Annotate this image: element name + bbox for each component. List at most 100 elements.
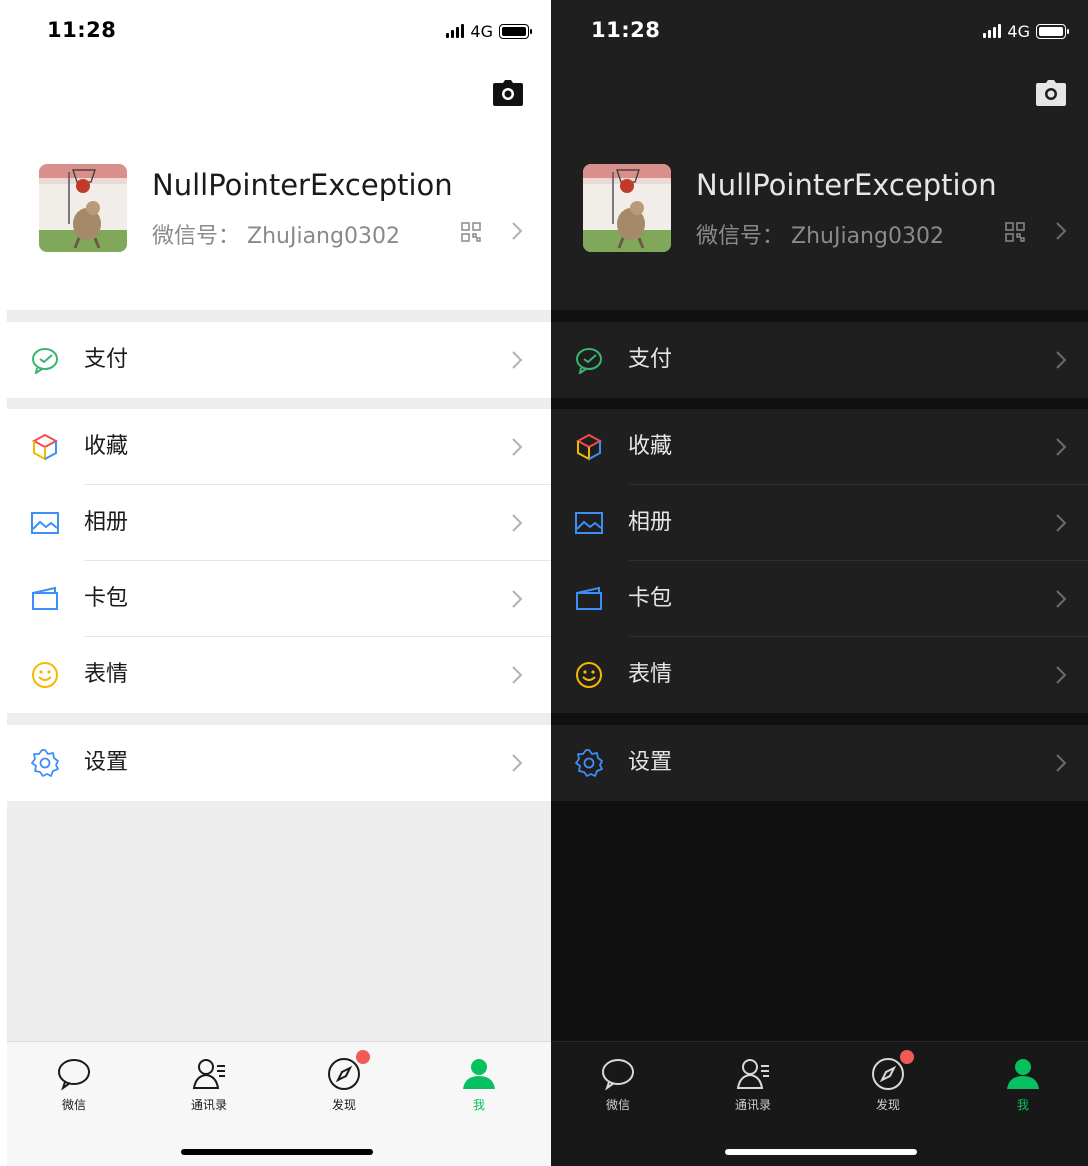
tab-contacts[interactable]: 通讯录 bbox=[169, 1056, 249, 1113]
wechat-id-value: ZhuJiang0302 bbox=[791, 224, 944, 249]
avatar[interactable] bbox=[39, 164, 127, 252]
network-type: 4G bbox=[470, 21, 493, 41]
menu-item-pay[interactable]: 支付 bbox=[551, 322, 1088, 398]
chevron-right-icon bbox=[512, 666, 523, 684]
tab-bar: 微信 通讯录 发现 我 bbox=[7, 1041, 551, 1166]
menu-item-cards[interactable]: 卡包 bbox=[7, 561, 551, 637]
wechat-id-label: 微信号： bbox=[152, 224, 241, 249]
menu-label-cards: 卡包 bbox=[628, 586, 673, 611]
menu-label-cards: 卡包 bbox=[84, 586, 129, 611]
chevron-right-icon bbox=[512, 590, 523, 608]
status-indicators: 4G bbox=[983, 21, 1069, 41]
compass-icon bbox=[326, 1050, 370, 1092]
menu-item-album[interactable]: 相册 bbox=[7, 485, 551, 561]
card-wallet-icon bbox=[31, 585, 59, 613]
tab-me[interactable]: 我 bbox=[983, 1056, 1063, 1113]
menu-item-stickers[interactable]: 表情 bbox=[7, 637, 551, 713]
pay-section: 支付 bbox=[7, 322, 551, 398]
chevron-right-icon bbox=[511, 221, 523, 245]
menu-item-cards[interactable]: 卡包 bbox=[551, 561, 1088, 637]
status-time: 11:28 bbox=[47, 18, 117, 42]
tab-me[interactable]: 我 bbox=[439, 1056, 519, 1113]
network-type: 4G bbox=[1007, 21, 1030, 41]
chevron-right-icon bbox=[1056, 754, 1067, 772]
home-indicator[interactable] bbox=[181, 1149, 373, 1155]
menu-label-settings: 设置 bbox=[84, 750, 129, 775]
chevron-right-icon bbox=[1056, 438, 1067, 456]
chevron-right-icon bbox=[1056, 666, 1067, 684]
battery-icon bbox=[1036, 23, 1069, 39]
phone-dark-mode: 11:28 4G NullPointerException 微信号： ZhuJi… bbox=[551, 0, 1088, 1166]
menu-label-album: 相册 bbox=[84, 510, 129, 535]
menu-item-settings[interactable]: 设置 bbox=[551, 725, 1088, 801]
chevron-right-icon bbox=[512, 438, 523, 456]
camera-icon[interactable] bbox=[1036, 80, 1066, 106]
chevron-right-icon bbox=[1056, 514, 1067, 532]
tab-label-contacts: 通讯录 bbox=[734, 1098, 771, 1112]
wechat-id-label: 微信号： bbox=[696, 224, 785, 249]
avatar[interactable] bbox=[583, 164, 671, 252]
menu-label-stickers: 表情 bbox=[84, 662, 129, 687]
battery-icon bbox=[499, 23, 532, 39]
status-bar: 11:28 4G bbox=[551, 0, 1088, 62]
wechat-pay-icon bbox=[31, 346, 59, 376]
chevron-right-icon bbox=[1056, 351, 1067, 369]
menu-label-album: 相册 bbox=[628, 510, 673, 535]
picture-icon bbox=[31, 509, 59, 537]
phone-light-mode: 11:28 4G NullPointerException 微信号： ZhuJi… bbox=[7, 0, 551, 1166]
cube-icon bbox=[31, 433, 59, 461]
tab-label-me: 我 bbox=[1016, 1098, 1029, 1112]
features-section: 收藏 相册 卡包 表情 bbox=[551, 409, 1088, 713]
chevron-right-icon bbox=[512, 351, 523, 369]
status-bar: 11:28 4G bbox=[7, 0, 551, 62]
menu-label-pay: 支付 bbox=[628, 347, 673, 372]
tab-label-me: 我 bbox=[472, 1098, 485, 1112]
card-wallet-icon bbox=[575, 585, 603, 613]
signal-icon bbox=[983, 24, 1002, 38]
gear-icon bbox=[575, 749, 603, 777]
empty-area bbox=[551, 801, 1088, 1041]
menu-item-settings[interactable]: 设置 bbox=[7, 725, 551, 801]
person-icon bbox=[461, 1056, 497, 1092]
menu-item-pay[interactable]: 支付 bbox=[7, 322, 551, 398]
wechat-id-value: ZhuJiang0302 bbox=[247, 224, 400, 249]
chevron-right-icon bbox=[1056, 590, 1067, 608]
menu-item-favorites[interactable]: 收藏 bbox=[7, 409, 551, 485]
chevron-right-icon bbox=[512, 514, 523, 532]
menu-item-album[interactable]: 相册 bbox=[551, 485, 1088, 561]
profile-card[interactable]: NullPointerException 微信号： ZhuJiang0302 bbox=[551, 150, 1088, 310]
tab-chats[interactable]: 微信 bbox=[34, 1056, 114, 1113]
tab-discover[interactable]: 发现 bbox=[848, 1050, 928, 1113]
settings-section: 设置 bbox=[7, 725, 551, 801]
profile-card[interactable]: NullPointerException 微信号： ZhuJiang0302 bbox=[7, 150, 551, 310]
menu-item-favorites[interactable]: 收藏 bbox=[551, 409, 1088, 485]
menu-item-stickers[interactable]: 表情 bbox=[551, 637, 1088, 713]
tab-discover[interactable]: 发现 bbox=[304, 1050, 384, 1113]
tab-contacts[interactable]: 通讯录 bbox=[713, 1056, 793, 1113]
chevron-right-icon bbox=[512, 754, 523, 772]
tab-label-discover: 发现 bbox=[875, 1098, 900, 1112]
smiley-icon bbox=[31, 661, 59, 689]
picture-icon bbox=[575, 509, 603, 537]
qr-code-icon[interactable] bbox=[461, 222, 481, 242]
wechat-pay-icon bbox=[575, 346, 603, 376]
features-section: 收藏 相册 卡包 表情 bbox=[7, 409, 551, 713]
camera-icon[interactable] bbox=[493, 80, 523, 106]
home-indicator[interactable] bbox=[725, 1149, 917, 1155]
nickname: NullPointerException bbox=[152, 168, 453, 202]
menu-label-favorites: 收藏 bbox=[628, 434, 673, 459]
contacts-icon bbox=[191, 1056, 227, 1092]
tab-bar: 微信 通讯录 发现 我 bbox=[551, 1041, 1088, 1166]
signal-icon bbox=[446, 24, 465, 38]
notification-dot bbox=[900, 1050, 914, 1064]
menu-label-favorites: 收藏 bbox=[84, 434, 129, 459]
person-icon bbox=[1005, 1056, 1041, 1092]
status-indicators: 4G bbox=[446, 21, 532, 41]
wechat-id: 微信号： ZhuJiang0302 bbox=[152, 218, 400, 250]
chat-bubble-icon bbox=[56, 1056, 92, 1092]
smiley-icon bbox=[575, 661, 603, 689]
tab-chats[interactable]: 微信 bbox=[578, 1056, 658, 1113]
gear-icon bbox=[31, 749, 59, 777]
qr-code-icon[interactable] bbox=[1005, 222, 1025, 242]
pay-section: 支付 bbox=[551, 322, 1088, 398]
